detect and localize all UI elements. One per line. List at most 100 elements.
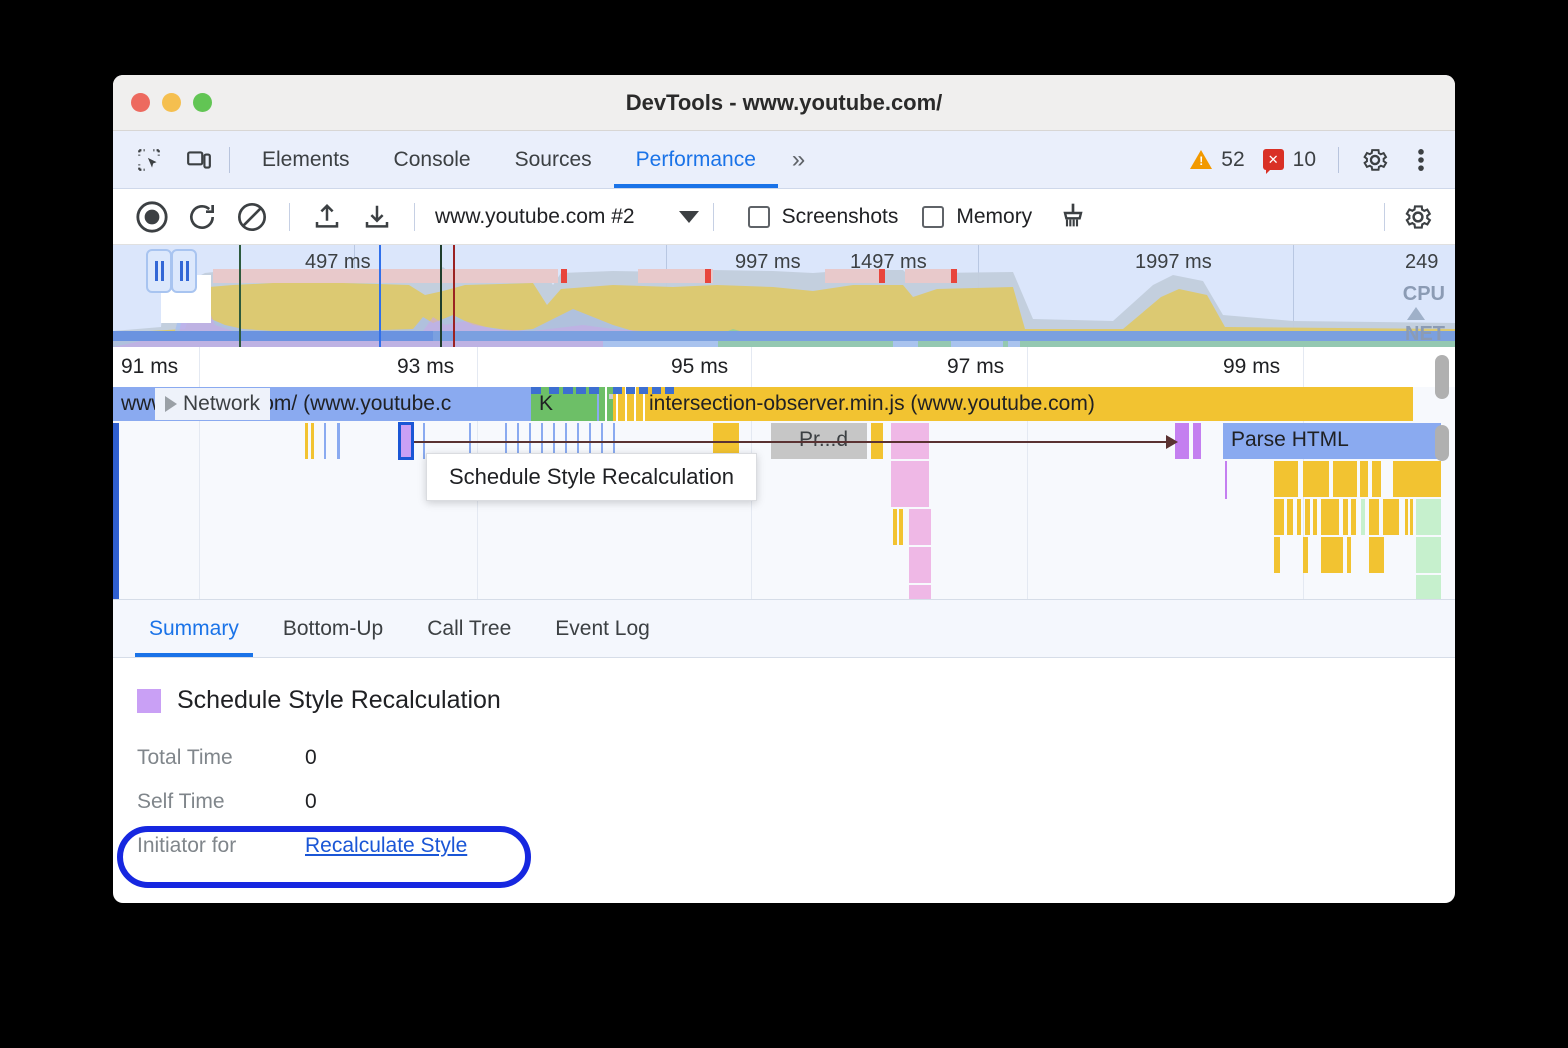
event-thin-purple[interactable] xyxy=(1225,461,1227,499)
tab-console[interactable]: Console xyxy=(372,131,493,188)
profile-selector[interactable]: www.youtube.com #2 xyxy=(429,205,699,229)
collect-garbage-icon[interactable] xyxy=(1050,194,1096,240)
event-tick-1[interactable] xyxy=(305,423,308,459)
overview-window-handle-left[interactable] xyxy=(146,249,172,293)
gear-icon[interactable] xyxy=(1355,140,1395,180)
event-yellow-c[interactable] xyxy=(1333,461,1357,497)
reload-record-icon[interactable] xyxy=(179,194,225,240)
initiator-target-event-2[interactable] xyxy=(1193,423,1201,459)
event-nested-script-1[interactable] xyxy=(893,509,897,545)
event-row3-h[interactable] xyxy=(1351,499,1356,535)
window-titlebar: DevTools - www.youtube.com/ xyxy=(113,75,1455,131)
event-row3-green[interactable] xyxy=(1361,499,1365,535)
event-row3-e[interactable] xyxy=(1313,499,1317,535)
record-icon[interactable] xyxy=(129,194,175,240)
event-row3-k[interactable] xyxy=(1405,499,1408,535)
track-expand-icon xyxy=(1407,307,1425,320)
event-row3-j[interactable] xyxy=(1383,499,1399,535)
event-yellow-e[interactable] xyxy=(1372,461,1381,497)
event-recalc-style-2[interactable] xyxy=(891,461,929,507)
event-row3-a[interactable] xyxy=(1274,499,1284,535)
errors-badge[interactable]: ✕ 10 xyxy=(1257,148,1322,172)
initiator-for-link[interactable]: Recalculate Style xyxy=(305,834,467,858)
event-parse-block-label: Pr...d xyxy=(771,423,867,457)
event-row4-d[interactable] xyxy=(1347,537,1351,573)
download-profile-icon[interactable] xyxy=(354,194,400,240)
flame-chart[interactable]: 91 ms 93 ms 95 ms 97 ms 99 ms www.youtub… xyxy=(113,347,1455,600)
event-row4-b[interactable] xyxy=(1303,537,1308,573)
yellow-chunk-marker-2 xyxy=(626,387,635,394)
event-recalc-style-5[interactable] xyxy=(909,585,931,600)
tab-call-tree[interactable]: Call Tree xyxy=(405,600,533,657)
event-row3-f[interactable] xyxy=(1321,499,1339,535)
tab-sources[interactable]: Sources xyxy=(493,131,614,188)
event-tick-4[interactable] xyxy=(337,423,340,459)
event-title: Schedule Style Recalculation xyxy=(177,686,501,715)
window-title: DevTools - www.youtube.com/ xyxy=(113,90,1455,116)
warning-icon xyxy=(1190,150,1212,169)
event-recalc-style-3[interactable] xyxy=(909,509,931,545)
event-row3-d[interactable] xyxy=(1305,499,1310,535)
flame-scrollbar-thumb-top[interactable] xyxy=(1435,355,1449,399)
upload-profile-icon[interactable] xyxy=(304,194,350,240)
traffic-lights xyxy=(131,93,212,112)
tabstrip-divider xyxy=(229,147,230,173)
yellow-chunk-marker-1 xyxy=(613,387,622,394)
clear-icon[interactable] xyxy=(229,194,275,240)
tabstrip-tools xyxy=(113,140,219,180)
tab-performance[interactable]: Performance xyxy=(614,131,778,188)
event-row3-l[interactable] xyxy=(1410,499,1413,535)
ruler-tick-0: 91 ms xyxy=(121,355,178,379)
event-row5-green[interactable] xyxy=(1416,575,1441,600)
event-row3-i[interactable] xyxy=(1369,499,1379,535)
warnings-badge[interactable]: 52 xyxy=(1184,148,1250,172)
timeline-overview[interactable]: 497 ms 997 ms 1497 ms 1997 ms 249 xyxy=(113,245,1455,347)
initiator-for-label: Initiator for xyxy=(137,834,305,858)
net-track-label: NET xyxy=(1405,323,1445,346)
event-row4-e[interactable] xyxy=(1369,537,1384,573)
screenshots-checkbox[interactable]: Screenshots xyxy=(748,205,899,229)
event-row4-c[interactable] xyxy=(1321,537,1343,573)
network-group-header[interactable]: Network xyxy=(155,388,270,420)
event-row3-c[interactable] xyxy=(1297,499,1301,535)
network-chunk-marker-2 xyxy=(549,387,559,394)
kebab-menu-icon[interactable] xyxy=(1401,140,1441,180)
memory-checkbox-box xyxy=(922,206,944,228)
tab-event-log[interactable]: Event Log xyxy=(533,600,672,657)
minimize-window-button[interactable] xyxy=(162,93,181,112)
device-toolbar-icon[interactable] xyxy=(179,140,219,180)
event-yellow-f[interactable] xyxy=(1393,461,1441,497)
overview-window-handle-right[interactable] xyxy=(171,249,197,293)
flame-scrollbar-thumb[interactable] xyxy=(1435,425,1449,461)
capture-settings-icon[interactable] xyxy=(1395,194,1441,240)
inspect-element-icon[interactable] xyxy=(129,140,169,180)
event-row3-green-2[interactable] xyxy=(1416,499,1441,535)
ruler-tick-3: 97 ms xyxy=(947,355,1004,379)
event-yellow-b[interactable] xyxy=(1303,461,1329,497)
self-time-row: Self Time 0 xyxy=(137,785,1455,819)
event-yellow-a[interactable] xyxy=(1274,461,1298,497)
event-yellow-d[interactable] xyxy=(1360,461,1368,497)
event-tick-2[interactable] xyxy=(311,423,314,459)
memory-checkbox[interactable]: Memory xyxy=(922,205,1032,229)
tab-elements[interactable]: Elements xyxy=(240,131,372,188)
event-row4-a[interactable] xyxy=(1274,537,1280,573)
event-recalc-style-4[interactable] xyxy=(909,547,931,583)
event-parse-html[interactable]: Parse HTML xyxy=(1223,423,1441,459)
event-row3-b[interactable] xyxy=(1287,499,1293,535)
close-window-button[interactable] xyxy=(131,93,150,112)
ruler-tick-1: 93 ms xyxy=(397,355,454,379)
event-nested-script-2[interactable] xyxy=(899,509,903,545)
event-row4-green[interactable] xyxy=(1416,537,1441,573)
tab-bottom-up[interactable]: Bottom-Up xyxy=(261,600,405,657)
network-chunk-marker-1 xyxy=(531,387,541,394)
more-tabs-icon[interactable]: » xyxy=(778,146,815,174)
zoom-window-button[interactable] xyxy=(193,93,212,112)
network-bar-script-yellow[interactable]: intersection-observer.min.js (www.youtub… xyxy=(613,387,1413,421)
event-row3-g[interactable] xyxy=(1343,499,1348,535)
toolbar-divider-1 xyxy=(289,203,290,231)
chevron-down-icon xyxy=(679,211,699,223)
event-tick-3[interactable] xyxy=(324,423,326,459)
self-time-value: 0 xyxy=(305,790,317,814)
tab-summary[interactable]: Summary xyxy=(127,600,261,657)
